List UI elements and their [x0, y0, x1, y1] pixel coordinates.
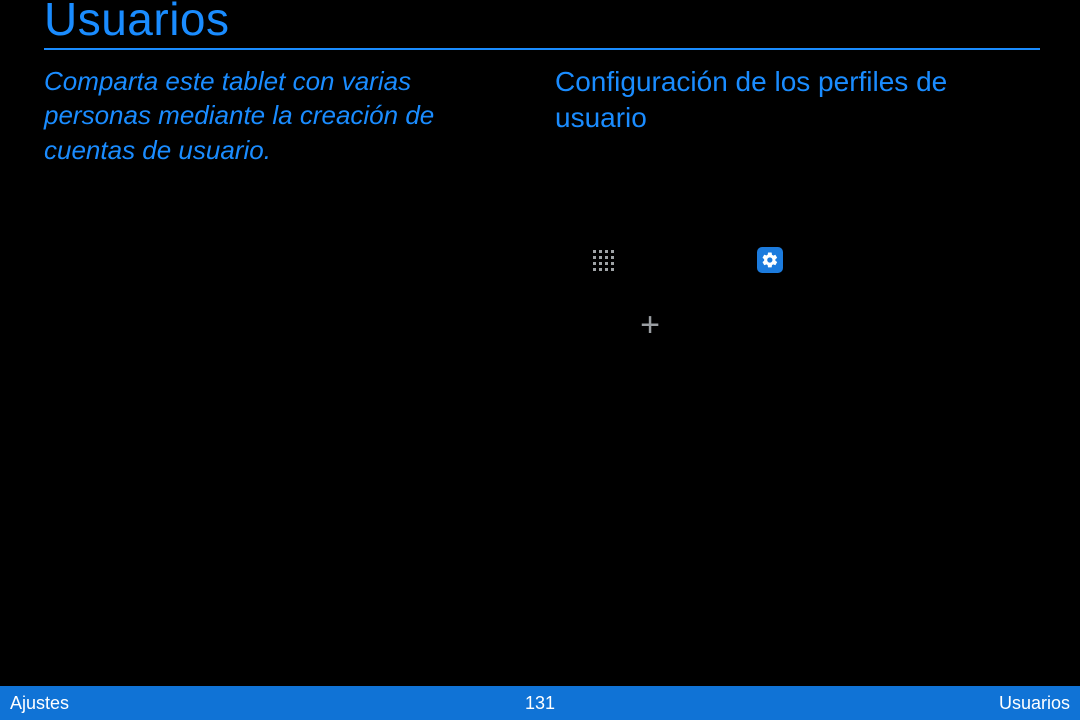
- page-title: Usuarios: [44, 0, 230, 46]
- section-heading: Configuración de los perfiles de usuario: [555, 64, 1039, 136]
- apps-icon: [593, 250, 615, 272]
- document-page: Usuarios Comparta este tablet con varias…: [0, 0, 1080, 720]
- plus-icon: +: [635, 310, 665, 340]
- title-underline: [44, 48, 1040, 50]
- page-footer: Ajustes 131 Usuarios: [0, 686, 1080, 720]
- footer-topic-label: Usuarios: [999, 693, 1070, 714]
- footer-page-number: 131: [0, 693, 1080, 714]
- footer-section-label: Ajustes: [10, 693, 69, 714]
- settings-icon: [757, 247, 783, 273]
- intro-paragraph: Comparta este tablet con varias personas…: [44, 64, 494, 167]
